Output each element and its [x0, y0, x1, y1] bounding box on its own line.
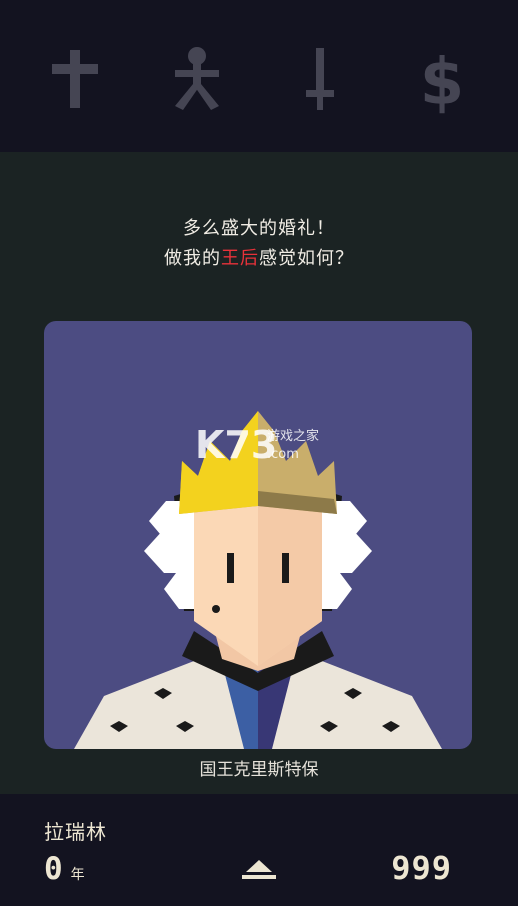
watermark-brand: K73 — [195, 423, 277, 467]
watermark-logo: K73 游戏之家 .com — [195, 423, 319, 467]
ruler-name: 拉瑞林 — [44, 820, 107, 844]
dialog-line-2-before: 做我的 — [164, 248, 221, 269]
person-icon — [175, 47, 219, 110]
dialog-line-2-after: 感觉如何？ — [259, 248, 354, 269]
dollar-icon: $ — [420, 46, 465, 114]
dialog-line-1: 多么盛大的婚礼！ — [183, 218, 335, 239]
king-portrait — [74, 411, 442, 749]
years-value: 0 — [44, 851, 63, 887]
religion-stat — [46, 44, 106, 114]
expand-button[interactable] — [242, 860, 276, 880]
triangle-up-icon — [242, 860, 276, 879]
watermark-site: 游戏之家 — [267, 428, 319, 444]
svg-text:$: $ — [420, 46, 465, 114]
army-stat — [290, 44, 350, 114]
money-stat: $ — [412, 44, 472, 114]
watermark-domain: .com — [267, 447, 299, 462]
watermark: K73 游戏之家 .com — [195, 412, 335, 472]
total-score: 999 — [391, 849, 452, 887]
character-card[interactable] — [44, 321, 472, 749]
stats-bar: $ — [0, 0, 518, 152]
character-name: 国王克里斯特保 — [199, 760, 319, 780]
years-unit: 年 — [70, 867, 85, 883]
cross-icon — [52, 50, 98, 108]
reign-years: 0年 — [44, 851, 85, 887]
people-stat — [167, 44, 227, 114]
dialog-highlight: 王后 — [221, 248, 259, 269]
sword-icon — [306, 48, 334, 110]
dialog-line-2: 做我的王后感觉如何？ — [0, 244, 518, 270]
